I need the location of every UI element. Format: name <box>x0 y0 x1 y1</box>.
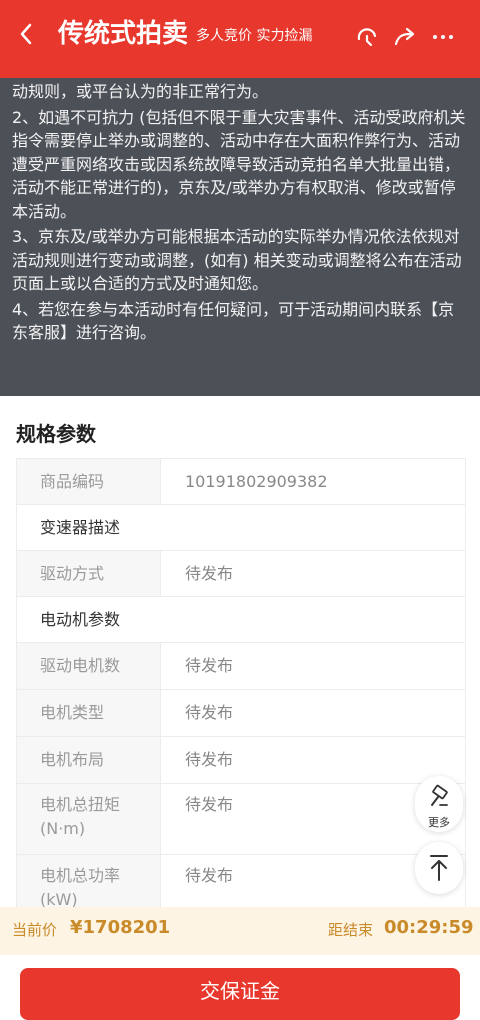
share-icon[interactable] <box>390 22 420 52</box>
countdown-timer: 00:29:59 <box>384 917 474 938</box>
table-row: 商品编码 10191802909382 <box>17 459 465 505</box>
spec-section-title: 变速器描述 <box>40 518 121 537</box>
chevron-left-icon <box>20 23 32 45</box>
table-row: 电机总扭矩 (N·m) 待发布 <box>17 784 465 855</box>
spec-table: 商品编码 10191802909382 变速器描述 驱动方式 待发布 电动机参数… <box>16 458 466 926</box>
spec-key: 驱动方式 <box>17 551 161 596</box>
rules-notice: 动规则，或平台认为的非正常行为。 2、如遇不可抗力 (包括但不限于重大灾害事件、… <box>0 78 480 396</box>
rules-line: 4、若您在参与本活动时有任何疑问，可于活动期间内联系【京东客服】进行咨询。 <box>12 299 455 343</box>
spec-key: 电机类型 <box>17 690 161 736</box>
spec-title: 规格参数 <box>16 422 96 446</box>
price-label: 当前价 <box>12 921 58 939</box>
table-row: 驱动方式 待发布 <box>17 551 465 597</box>
page-subtitle: 多人竞价 实力捡漏 <box>196 28 313 44</box>
spec-key: 商品编码 <box>17 459 161 504</box>
spec-value: 待发布 <box>185 703 234 722</box>
spec-key: 电机布局 <box>17 737 161 783</box>
end-label: 距结束 <box>328 921 374 939</box>
table-row: 电机类型 待发布 <box>17 690 465 737</box>
pay-deposit-button[interactable]: 交保证金 <box>20 968 460 1020</box>
more-float-button[interactable]: 更多 <box>415 776 463 832</box>
rules-line: 2、如遇不可抗力 (包括但不限于重大灾害事件、活动受政府机关指令需要停止举办或调… <box>12 107 466 221</box>
spec-value: 待发布 <box>185 656 234 675</box>
table-section-row: 变速器描述 <box>17 505 465 551</box>
back-button[interactable] <box>18 22 34 50</box>
spec-key: 电机总扭矩 (N·m) <box>17 784 161 854</box>
rules-line: 动规则，或平台认为的非正常行为。 <box>12 82 269 101</box>
spec-key: 驱动电机数 <box>17 643 161 689</box>
spec-value: 待发布 <box>185 564 234 583</box>
more-icon[interactable] <box>428 22 458 52</box>
rules-line: 3、京东及/或举办方可能根据本活动的实际举办情况依法依规对活动规则进行变动或调整… <box>12 227 462 293</box>
hammer-icon <box>431 784 448 806</box>
back-to-top-icon <box>430 855 448 881</box>
back-to-top-button[interactable] <box>415 842 463 894</box>
table-section-row: 电动机参数 <box>17 597 465 643</box>
more-float-label: 更多 <box>428 816 450 829</box>
header-bar: 传统式拍卖 多人竞价 实力捡漏 <box>0 0 480 78</box>
table-row: 电机布局 待发布 <box>17 737 465 784</box>
headset-icon[interactable] <box>352 22 382 52</box>
spec-value: 10191802909382 <box>185 472 328 491</box>
price-bar: 当前价 ¥1708201 距结束 00:29:59 <box>0 907 480 955</box>
page-title: 传统式拍卖 <box>58 19 189 49</box>
table-row: 驱动电机数 待发布 <box>17 643 465 690</box>
current-price: ¥1708201 <box>70 917 171 938</box>
spec-section-title: 电动机参数 <box>40 610 121 629</box>
